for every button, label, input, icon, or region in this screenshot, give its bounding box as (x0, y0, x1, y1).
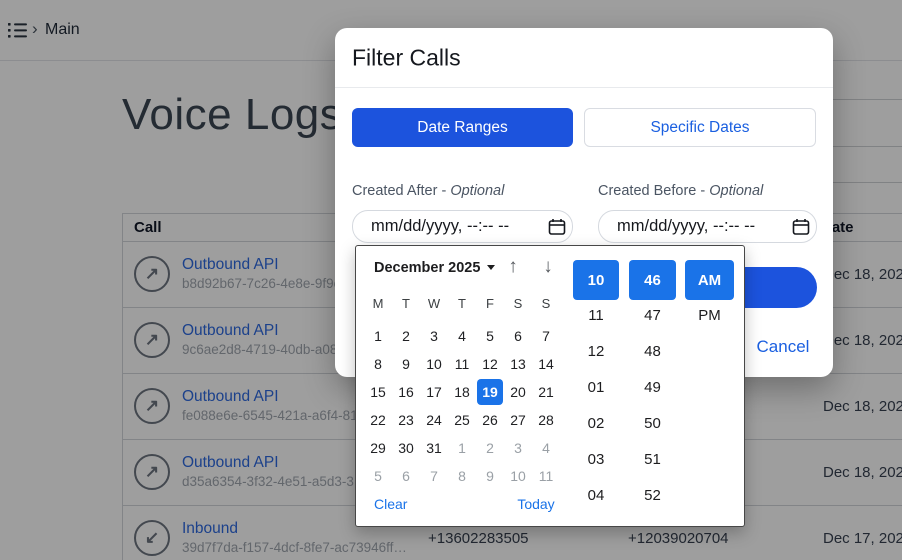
weekday-label: S (504, 296, 532, 314)
selected-hour[interactable]: 10 (573, 260, 619, 300)
created-before-label: Created Before - Optional (598, 183, 763, 199)
day-cell[interactable]: 5 (364, 462, 392, 490)
day-cell[interactable]: 7 (532, 322, 560, 350)
day-cell[interactable]: 1 (364, 322, 392, 350)
day-cell[interactable]: 21 (532, 378, 560, 406)
hour-option[interactable]: 01 (573, 370, 619, 406)
calendar-icon[interactable] (792, 218, 810, 236)
selected-day: 19 (477, 379, 503, 405)
hour-option[interactable]: 02 (573, 406, 619, 442)
day-cell[interactable]: 3 (504, 434, 532, 462)
weekday-label: F (476, 296, 504, 314)
meridiem-option[interactable]: PM (685, 298, 734, 334)
day-cell[interactable]: 18 (448, 378, 476, 406)
weekday-label: W (420, 296, 448, 314)
created-after-label: Created After - Optional (352, 183, 504, 199)
tab-specific-dates[interactable]: Specific Dates (584, 108, 816, 147)
day-cell[interactable]: 12 (476, 350, 504, 378)
hour-option[interactable]: 12 (573, 334, 619, 370)
weekday-label: T (448, 296, 476, 314)
day-cell[interactable]: 5 (476, 322, 504, 350)
dropdown-caret-icon (487, 265, 495, 270)
day-cell[interactable]: 30 (392, 434, 420, 462)
day-cell[interactable]: 4 (448, 322, 476, 350)
day-cell[interactable]: 28 (532, 406, 560, 434)
day-cell[interactable]: 13 (504, 350, 532, 378)
weekday-label: M (364, 296, 392, 314)
minute-option[interactable]: 49 (629, 370, 676, 406)
day-cell[interactable]: 6 (392, 462, 420, 490)
day-cell[interactable]: 25 (448, 406, 476, 434)
created-before-input[interactable] (598, 210, 817, 243)
day-cell[interactable]: 10 (504, 462, 532, 490)
cancel-button[interactable]: Cancel (755, 337, 811, 357)
day-cell[interactable]: 31 (420, 434, 448, 462)
hour-option[interactable]: 03 (573, 442, 619, 478)
day-cell[interactable]: 1 (448, 434, 476, 462)
day-cell[interactable]: 8 (448, 462, 476, 490)
day-cell[interactable]: 6 (504, 322, 532, 350)
day-cell[interactable]: 20 (504, 378, 532, 406)
minute-option[interactable]: 52 (629, 478, 676, 514)
modal-header: Filter Calls (335, 28, 833, 88)
day-cell[interactable]: 2 (392, 322, 420, 350)
day-cell[interactable]: 7 (420, 462, 448, 490)
hour-option[interactable]: 04 (573, 478, 619, 514)
month-year-dropdown[interactable]: December 2025 (374, 260, 495, 276)
day-cell[interactable]: 22 (364, 406, 392, 434)
day-cell[interactable]: 3 (420, 322, 448, 350)
day-cell[interactable]: 23 (392, 406, 420, 434)
hour-option[interactable]: 11 (573, 298, 619, 334)
day-cell[interactable]: 14 (532, 350, 560, 378)
voice-logs-page: › Main Voice Logs Call Date ↗Outbound AP… (0, 0, 902, 560)
day-cell[interactable]: 17 (420, 378, 448, 406)
weekday-label: T (392, 296, 420, 314)
day-cell[interactable]: 11 (448, 350, 476, 378)
day-cell[interactable]: 16 (392, 378, 420, 406)
day-cell[interactable]: 9 (476, 462, 504, 490)
day-cell[interactable]: 15 (364, 378, 392, 406)
minute-option[interactable]: 47 (629, 298, 676, 334)
day-cell[interactable]: 8 (364, 350, 392, 378)
previous-month-arrow-icon[interactable]: ↑ (501, 255, 525, 279)
tab-date-ranges[interactable]: Date Ranges (352, 108, 573, 147)
day-cell[interactable]: 26 (476, 406, 504, 434)
day-cell[interactable]: 9 (392, 350, 420, 378)
day-cell[interactable]: 2 (476, 434, 504, 462)
day-cell[interactable]: 29 (364, 434, 392, 462)
day-cell[interactable]: 4 (532, 434, 560, 462)
day-cell[interactable]: 24 (420, 406, 448, 434)
next-month-arrow-icon[interactable]: ↓ (536, 255, 560, 279)
calendar-icon[interactable] (548, 218, 566, 236)
selected-minute[interactable]: 46 (629, 260, 676, 300)
modal-title: Filter Calls (352, 45, 461, 72)
day-cell[interactable]: 11 (532, 462, 560, 490)
minute-option[interactable]: 48 (629, 334, 676, 370)
day-cell[interactable]: 19 (476, 378, 504, 406)
weekday-label: S (532, 296, 560, 314)
datetime-picker-popup: December 2025 ↑ ↓ MTWTFSS 12345678910111… (355, 245, 745, 527)
day-cell[interactable]: 27 (504, 406, 532, 434)
clear-button[interactable]: Clear (374, 496, 407, 512)
created-after-input[interactable] (352, 210, 573, 243)
minute-option[interactable]: 51 (629, 442, 676, 478)
selected-meridiem[interactable]: AM (685, 260, 734, 300)
today-button[interactable]: Today (516, 496, 556, 512)
minute-option[interactable]: 50 (629, 406, 676, 442)
day-cell[interactable]: 10 (420, 350, 448, 378)
